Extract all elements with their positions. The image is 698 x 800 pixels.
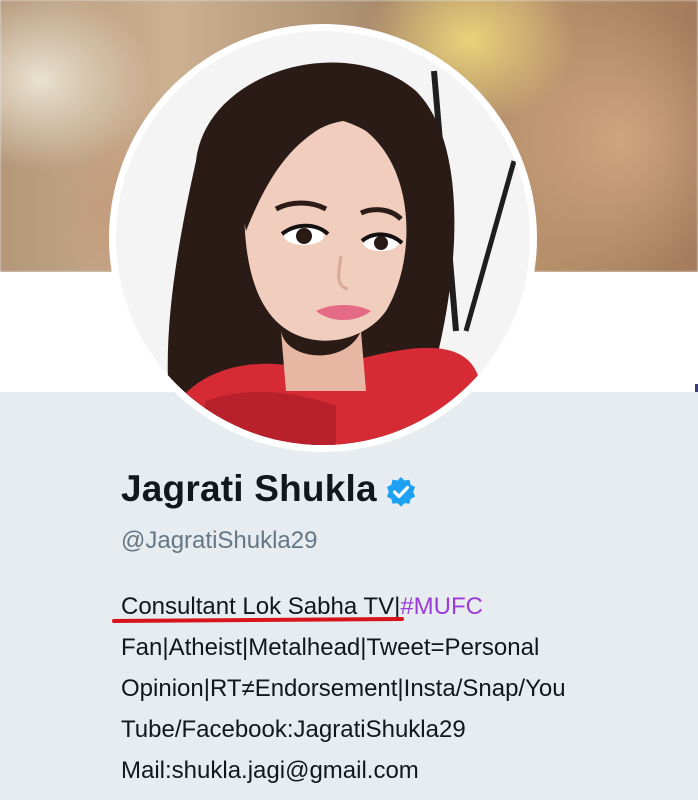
profile-display-name: Jagrati Shukla (121, 468, 417, 510)
bio-text: Consultant Lok Sabha TV| (121, 593, 401, 620)
bio-line-2: Fan|Atheist|Metalhead|Tweet=Personal (121, 634, 540, 661)
avatar-photo[interactable] (116, 31, 530, 445)
bio-line-4: Tube/Facebook:JagratiShukla29 (121, 716, 466, 743)
bio-line-5: Mail:shukla.jagi@gmail.com (121, 757, 419, 784)
display-name-text: Jagrati Shukla (121, 468, 377, 509)
profile-handle[interactable]: @JagratiShukla29 (121, 527, 317, 555)
bio-line-3: Opinion|RT≠Endorsement|Insta/Snap/You (121, 675, 566, 702)
verified-badge-icon (385, 475, 417, 507)
hashtag-link[interactable]: #MUFC (400, 593, 483, 620)
